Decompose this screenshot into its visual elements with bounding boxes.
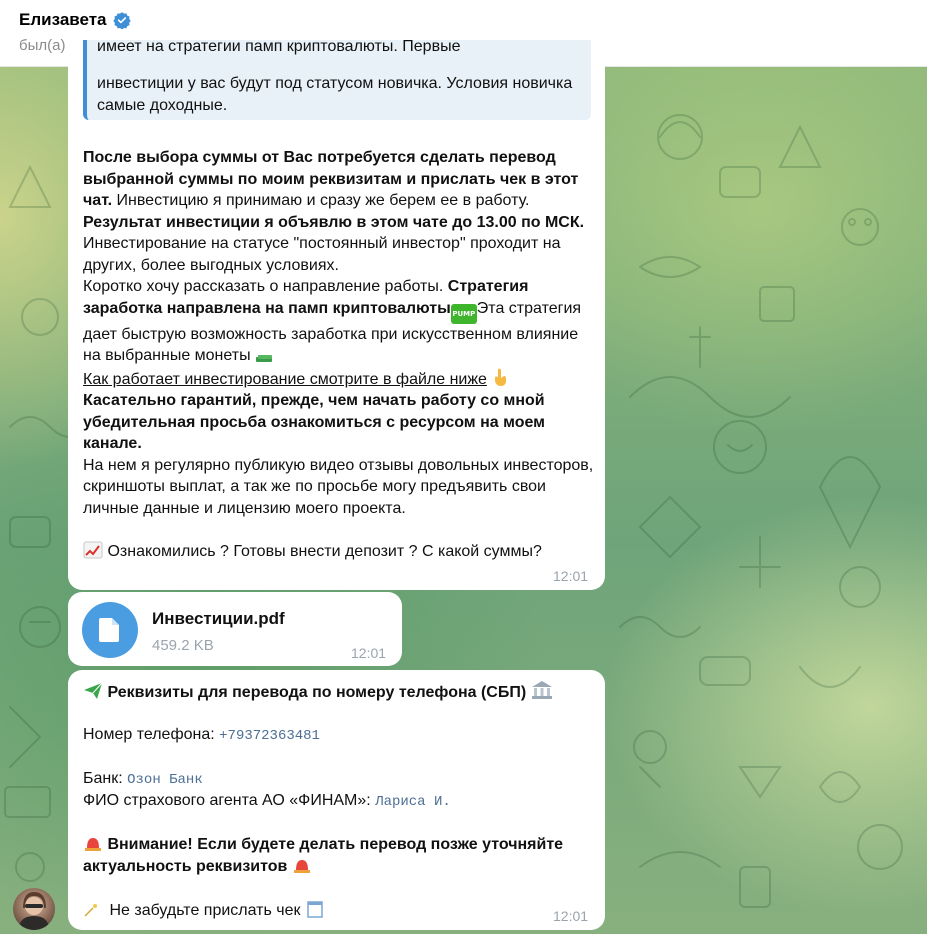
message-time: 12:01 <box>553 568 589 584</box>
money-icon <box>256 355 273 362</box>
quote-text: инвестиции у вас будут под статусом нови… <box>97 75 573 114</box>
file-name[interactable]: Инвестиции.pdf <box>152 608 285 630</box>
file-hint-text: Как работает инвестирование смотрите в ф… <box>83 370 487 388</box>
result-bold: Результат инвестиции я объявлю в этом ча… <box>83 213 585 231</box>
guarantee-bold: Касательно гарантий, прежде, чем начать … <box>83 392 546 452</box>
quote-block: имеет на стратегии памп криптовалюты. Пе… <box>83 40 591 120</box>
phone-label: Номер телефона: <box>83 726 220 743</box>
rotating-light-icon <box>293 859 310 873</box>
sender-avatar[interactable] <box>13 888 55 930</box>
bank-label: Банк: <box>83 770 128 787</box>
quote-cut-line: имеет на стратегии памп криптовалюты. Пе… <box>97 40 461 55</box>
question-text: Ознакомились ? Готовы внести депозит ? С… <box>107 542 542 560</box>
pump-emoji-icon: PUMP <box>450 303 477 324</box>
agent-name[interactable]: Лариса И. <box>375 794 451 810</box>
agent-label: ФИО страхового агента АО «ФИНАМ»: <box>83 792 376 809</box>
instructions-text: Инвестицию я принимаю и сразу же берем е… <box>112 192 530 209</box>
file-download-button[interactable] <box>82 602 138 658</box>
message-text: После выбора суммы от Вас потребуется сд… <box>83 147 595 562</box>
paper-plane-icon <box>84 682 103 699</box>
message-bubble[interactable]: имеет на стратегии памп криптовалюты. Пе… <box>68 40 605 590</box>
phone-number[interactable]: +79372363481 <box>219 728 320 744</box>
strategy-intro: Коротко хочу рассказать о направление ра… <box>83 278 448 295</box>
chart-increasing-icon <box>83 541 103 558</box>
file-message-bubble[interactable]: Инвестиции.pdf 459.2 KB 12:01 <box>68 592 402 666</box>
message-time: 12:01 <box>351 645 387 661</box>
bank-name[interactable]: Озон Банк <box>127 772 203 788</box>
pointing-down-icon <box>495 368 507 386</box>
message-time: 12:01 <box>553 908 589 924</box>
requisites-title: Реквизиты для перевода по номеру телефон… <box>107 684 527 701</box>
bank-icon <box>531 681 552 699</box>
verified-badge-icon <box>112 12 131 29</box>
file-size: 459.2 KB <box>152 637 214 654</box>
sparkles-icon <box>84 904 97 917</box>
document-icon <box>99 618 119 642</box>
warning-text: Внимание! Если будете делать перевод поз… <box>83 836 564 875</box>
message-bubble[interactable]: Реквизиты для перевода по номеру телефон… <box>68 670 605 930</box>
rotating-light-icon <box>85 838 101 851</box>
contact-name[interactable]: Елизавета <box>19 10 107 30</box>
avatar-photo <box>19 892 49 930</box>
reminder-text: Не забудьте прислать чек <box>109 902 301 919</box>
receipt-icon <box>307 901 323 918</box>
channel-text: На нем я регулярно публикую видео отзывы… <box>83 456 594 517</box>
investor-status-text: Инвестирование на статусе "постоянный ин… <box>83 235 561 274</box>
